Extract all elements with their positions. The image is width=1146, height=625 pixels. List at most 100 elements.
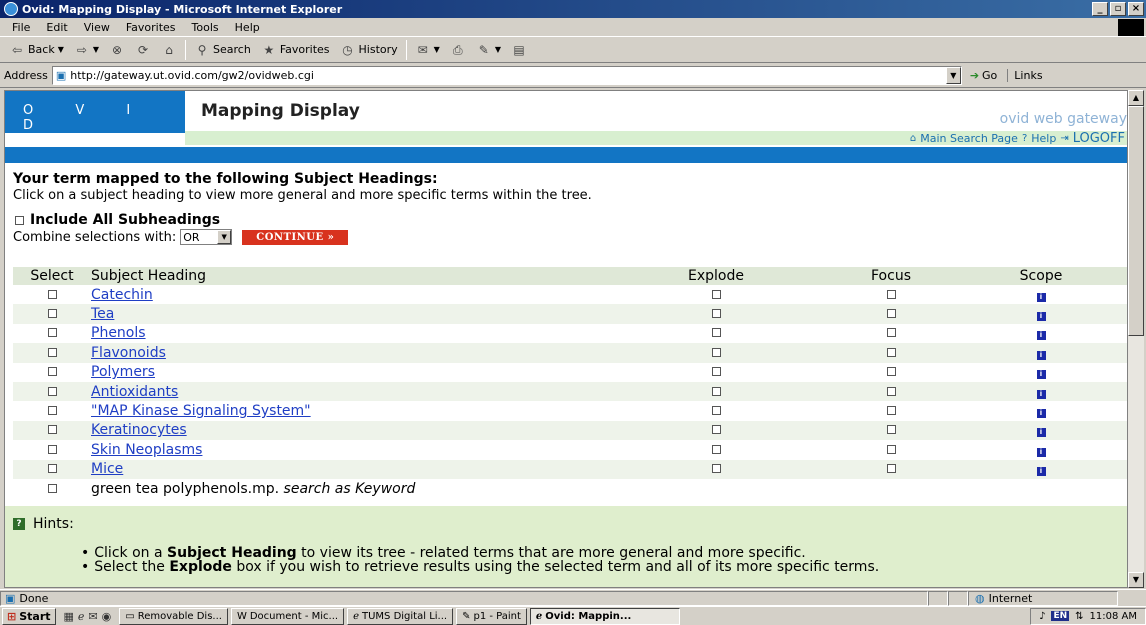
explode-checkbox[interactable] [711, 444, 721, 454]
subject-heading-link[interactable]: Skin Neoplasms [91, 442, 202, 458]
select-checkbox[interactable] [47, 309, 57, 319]
explode-checkbox[interactable] [711, 347, 721, 357]
show-desktop-icon[interactable]: ▦ [64, 610, 74, 623]
focus-checkbox[interactable] [886, 425, 896, 435]
scope-info-icon[interactable]: i [1036, 447, 1046, 457]
focus-checkbox[interactable] [886, 406, 896, 416]
select-checkbox[interactable] [47, 386, 57, 396]
select-checkbox[interactable] [47, 425, 57, 435]
explode-checkbox[interactable] [711, 309, 721, 319]
address-input[interactable]: ▣ http://gateway.ut.ovid.com/gw2/ovidweb… [51, 66, 962, 85]
focus-checkbox[interactable] [886, 289, 896, 299]
scope-info-icon[interactable]: i [1036, 467, 1046, 477]
scope-info-icon[interactable]: i [1036, 312, 1046, 322]
focus-checkbox[interactable] [886, 347, 896, 357]
focus-checkbox[interactable] [886, 444, 896, 454]
discuss-button[interactable]: ▤ [506, 39, 532, 61]
select-checkbox[interactable] [47, 328, 57, 338]
language-indicator[interactable]: EN [1051, 611, 1070, 621]
subject-heading-link[interactable]: Keratinocytes [91, 422, 187, 438]
taskbar-item-active[interactable]: ℯ Ovid: Mappin... [529, 607, 680, 625]
explode-checkbox[interactable] [711, 328, 721, 338]
focus-checkbox[interactable] [886, 309, 896, 319]
vertical-scrollbar[interactable]: ▲ ▼ [1128, 90, 1144, 588]
refresh-button[interactable]: ⟳ [130, 39, 156, 61]
scope-info-icon[interactable]: i [1036, 331, 1046, 341]
keyword-select-checkbox[interactable] [47, 483, 57, 493]
subject-heading-link[interactable]: Antioxidants [91, 384, 178, 400]
continue-button[interactable]: CONTINUE » [242, 229, 349, 245]
outlook-icon[interactable]: ✉ [88, 610, 97, 623]
menu-favorites[interactable]: Favorites [118, 21, 184, 34]
logoff-link[interactable]: LOGOFF [1073, 131, 1125, 146]
select-checkbox[interactable] [47, 444, 57, 454]
chevron-down-icon[interactable]: ▼ [217, 230, 232, 244]
print-button[interactable]: ⎙ [445, 39, 471, 61]
mail-button[interactable]: ✉ ▼ [410, 39, 445, 61]
ovid-logo[interactable]: O V I D [5, 91, 185, 133]
subject-heading-link[interactable]: Mice [91, 461, 123, 477]
subject-heading-link[interactable]: Catechin [91, 287, 153, 303]
menu-view[interactable]: View [76, 21, 118, 34]
back-button[interactable]: ⇦ Back ▼ [4, 39, 69, 61]
media-icon[interactable]: ◉ [102, 610, 112, 623]
back-dropdown-icon[interactable]: ▼ [58, 45, 64, 54]
start-button[interactable]: ⊞ Start [2, 607, 56, 625]
search-button[interactable]: ⚲ Search [189, 39, 256, 61]
scroll-thumb[interactable] [1128, 106, 1144, 336]
select-checkbox[interactable] [47, 367, 57, 377]
ie-quicklaunch-icon[interactable]: ℯ [78, 610, 85, 623]
include-subheadings-checkbox[interactable] [15, 215, 24, 225]
network-icon[interactable]: ⇅ [1075, 611, 1083, 622]
help-link[interactable]: Help [1031, 132, 1056, 145]
focus-checkbox[interactable] [886, 464, 896, 474]
menu-tools[interactable]: Tools [184, 21, 227, 34]
focus-checkbox[interactable] [886, 367, 896, 377]
scope-info-icon[interactable]: i [1036, 292, 1046, 302]
subject-heading-link[interactable]: Polymers [91, 364, 155, 380]
minimize-button[interactable]: _ [1092, 2, 1108, 16]
subject-heading-link[interactable]: Phenols [91, 325, 146, 341]
close-button[interactable]: × [1128, 2, 1144, 16]
select-checkbox[interactable] [47, 289, 57, 299]
focus-checkbox[interactable] [886, 386, 896, 396]
explode-checkbox[interactable] [711, 425, 721, 435]
scope-info-icon[interactable]: i [1036, 350, 1046, 360]
subject-heading-link[interactable]: Flavonoids [91, 345, 166, 361]
forward-dropdown-icon[interactable]: ▼ [93, 45, 99, 54]
explode-checkbox[interactable] [711, 464, 721, 474]
address-dropdown-icon[interactable]: ▼ [945, 67, 961, 84]
subject-heading-link[interactable]: Tea [91, 306, 114, 322]
maximize-button[interactable]: ▫ [1110, 2, 1126, 16]
edit-button[interactable]: ✎ ▼ [471, 39, 506, 61]
scope-info-icon[interactable]: i [1036, 370, 1046, 380]
focus-checkbox[interactable] [886, 328, 896, 338]
subject-heading-link[interactable]: "MAP Kinase Signaling System" [91, 403, 311, 419]
go-button[interactable]: ➔ Go [970, 69, 997, 82]
explode-checkbox[interactable] [711, 367, 721, 377]
explode-checkbox[interactable] [711, 289, 721, 299]
taskbar-item[interactable]: W Document - Mic... [230, 607, 345, 625]
stop-button[interactable]: ⊗ [104, 39, 130, 61]
select-checkbox[interactable] [47, 347, 57, 357]
mail-dropdown-icon[interactable]: ▼ [434, 45, 440, 54]
select-checkbox[interactable] [47, 464, 57, 474]
history-button[interactable]: ◷ History [335, 39, 403, 61]
select-checkbox[interactable] [47, 406, 57, 416]
scope-info-icon[interactable]: i [1036, 389, 1046, 399]
edit-dropdown-icon[interactable]: ▼ [495, 45, 501, 54]
explode-checkbox[interactable] [711, 406, 721, 416]
explode-checkbox[interactable] [711, 386, 721, 396]
menu-edit[interactable]: Edit [38, 21, 75, 34]
scroll-up-icon[interactable]: ▲ [1128, 90, 1144, 106]
menu-file[interactable]: File [4, 21, 38, 34]
tray-icon[interactable]: ♪ [1039, 611, 1045, 622]
home-button[interactable]: ⌂ [156, 39, 182, 61]
taskbar-item[interactable]: ▭ Removable Dis... [119, 607, 228, 625]
main-search-link[interactable]: Main Search Page [920, 132, 1018, 145]
taskbar-item[interactable]: ✎ p1 - Paint [456, 607, 527, 625]
scroll-down-icon[interactable]: ▼ [1128, 572, 1144, 588]
taskbar-item[interactable]: ℯ TUMS Digital Li... [347, 607, 454, 625]
forward-button[interactable]: ⇨ ▼ [69, 39, 104, 61]
combine-select[interactable]: OR ▼ [180, 229, 233, 245]
